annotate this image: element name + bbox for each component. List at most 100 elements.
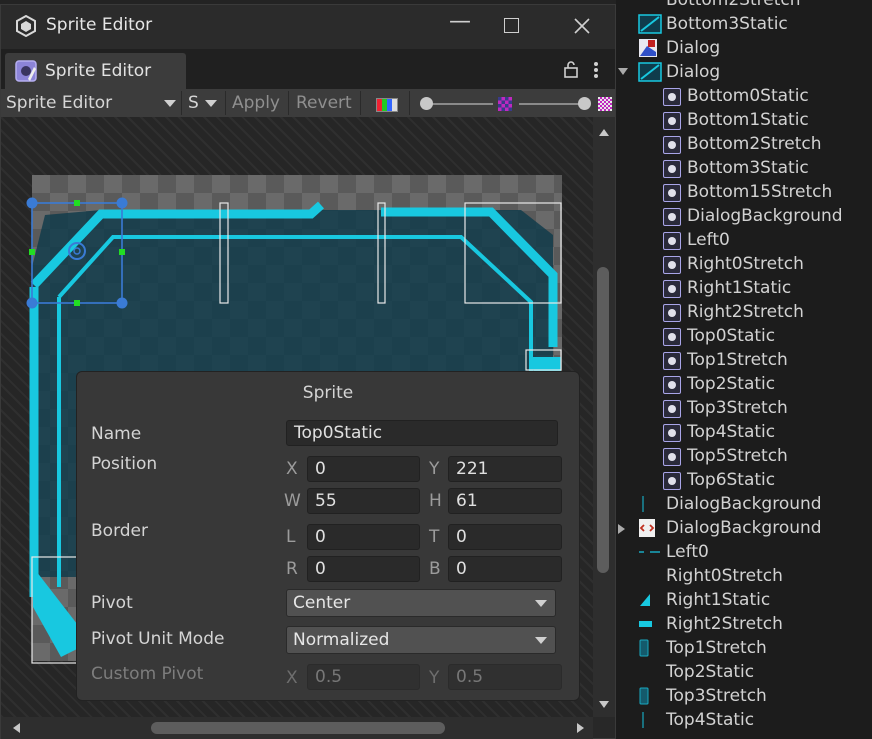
corner-handle[interactable] <box>116 197 128 209</box>
sprite-icon <box>663 112 681 130</box>
unity-logo-icon <box>16 15 36 37</box>
tree-item[interactable]: Right2Stretch <box>616 612 872 636</box>
pivot-unit-mode-value: Normalized <box>293 630 390 650</box>
tree-item-label: Top0Static <box>687 326 776 346</box>
scroll-down-icon[interactable] <box>599 701 609 708</box>
sprite-icon <box>663 256 681 274</box>
scroll-left-icon[interactable] <box>13 723 20 733</box>
chevron-down-icon <box>535 600 547 607</box>
tree-item[interactable]: Top1Stretch <box>616 348 872 372</box>
horizontal-scrollbar[interactable] <box>1 717 593 739</box>
tree-item[interactable]: Top6Static <box>616 468 872 492</box>
position-y-field[interactable]: 221 <box>448 456 562 482</box>
pivot-dropdown[interactable]: Center <box>286 589 556 617</box>
tab-sprite-editor[interactable]: Sprite Editor <box>5 53 186 89</box>
corner-handle[interactable] <box>26 297 38 309</box>
color-channel-icon[interactable] <box>376 98 398 112</box>
x-axis-label: X <box>286 459 298 479</box>
toolbar-divider <box>409 91 410 115</box>
revert-button[interactable]: Revert <box>296 90 352 116</box>
chevron-down-icon[interactable] <box>618 68 628 75</box>
tree-item-label: Top5Stretch <box>687 446 788 466</box>
name-field[interactable]: Top0Static <box>286 420 558 446</box>
border-handle[interactable] <box>29 249 35 255</box>
tree-item[interactable]: Left0 <box>616 540 872 564</box>
tree-item-label: Top3Stretch <box>687 398 788 418</box>
border-handle[interactable] <box>119 249 125 255</box>
tree-item[interactable]: Right2Stretch <box>616 300 872 324</box>
minimize-button[interactable]: — <box>449 9 471 34</box>
border-handle[interactable] <box>74 300 80 306</box>
more-options-icon[interactable] <box>593 61 599 79</box>
tree-item[interactable]: DialogBackground <box>616 204 872 228</box>
zoom-slider-handle[interactable] <box>420 97 433 110</box>
tree-item[interactable]: Top3Stretch <box>616 396 872 420</box>
tree-item-label: Top6Static <box>687 470 776 490</box>
tree-item[interactable]: Left0 <box>616 228 872 252</box>
tree-item[interactable]: Right1Static <box>616 276 872 300</box>
h-axis-label: H <box>429 491 442 511</box>
scroll-right-icon[interactable] <box>577 723 584 733</box>
height-field[interactable]: 61 <box>448 488 562 514</box>
tree-item[interactable]: Right0Stretch <box>616 564 872 588</box>
tree-item[interactable]: Dialog <box>616 60 872 84</box>
toolbar-divider <box>225 91 226 115</box>
tree-item-label: Right2Stretch <box>687 302 804 322</box>
custom-pivot-x-field[interactable]: 0.5 <box>307 664 420 690</box>
tree-item[interactable]: Bottom1Static <box>616 108 872 132</box>
tree-item[interactable]: Right0Stretch <box>616 252 872 276</box>
custom-pivot-y-field[interactable]: 0.5 <box>448 664 562 690</box>
tree-item[interactable]: Top2Static <box>616 372 872 396</box>
tree-item[interactable]: Top2Static <box>616 660 872 684</box>
tree-item[interactable]: Bottom3Static <box>616 12 872 36</box>
tree-item[interactable]: Top5Stretch <box>616 444 872 468</box>
tree-item[interactable]: Bottom15Stretch <box>616 180 872 204</box>
pivot-unit-mode-dropdown[interactable]: Normalized <box>286 626 556 654</box>
tree-item[interactable]: Top3Stretch <box>616 684 872 708</box>
tree-item-partial[interactable]: Bottom2Stretch <box>616 0 872 12</box>
sprite-icon <box>663 280 681 298</box>
slice-dropdown[interactable]: S <box>188 90 222 116</box>
scroll-up-icon[interactable] <box>599 129 609 136</box>
editor-mode-dropdown[interactable]: Sprite Editor <box>6 90 178 116</box>
zoom-slider-track[interactable] <box>427 103 493 105</box>
width-field[interactable]: 55 <box>307 488 420 514</box>
position-x-field[interactable]: 0 <box>307 456 420 482</box>
tree-item[interactable]: Bottom3Static <box>616 156 872 180</box>
b-axis-label: B <box>429 559 441 579</box>
horizontal-scroll-thumb[interactable] <box>151 722 445 734</box>
tree-item[interactable]: Bottom2Stretch <box>616 132 872 156</box>
corner-handle[interactable] <box>116 297 128 309</box>
chevron-down-icon <box>535 637 547 644</box>
custom-pivot-y-label: Y <box>429 668 440 688</box>
chevron-right-icon[interactable] <box>618 524 625 534</box>
sprite-inspector-panel: Sprite Name Top0Static Position X 0 Y 22… <box>76 371 580 701</box>
close-button[interactable] <box>573 17 591 35</box>
tree-item[interactable]: Top0Static <box>616 324 872 348</box>
tree-item[interactable]: Top4Static <box>616 420 872 444</box>
corner-handle[interactable] <box>26 197 38 209</box>
border-handle[interactable] <box>74 200 80 206</box>
tree-item[interactable]: Top1Stretch <box>616 636 872 660</box>
border-right-field[interactable]: 0 <box>307 556 420 582</box>
sprite-icon <box>663 448 681 466</box>
tree-item-label: Dialog <box>666 62 721 82</box>
sprite-icon <box>663 88 681 106</box>
apply-button[interactable]: Apply <box>232 90 280 116</box>
lock-icon[interactable] <box>564 61 578 78</box>
mip-slider-track[interactable] <box>519 103 585 105</box>
vertical-scroll-thumb[interactable] <box>597 267 609 573</box>
title-bar[interactable]: Sprite Editor — <box>1 5 615 49</box>
maximize-button[interactable] <box>504 18 519 33</box>
vertical-scrollbar[interactable] <box>593 117 615 717</box>
tree-item[interactable]: Top4Static <box>616 708 872 732</box>
tree-item[interactable]: DialogBackground <box>616 516 872 540</box>
tree-item[interactable]: Right1Static <box>616 588 872 612</box>
mip-slider-handle[interactable] <box>578 97 591 110</box>
border-left-field[interactable]: 0 <box>307 524 420 550</box>
border-top-field[interactable]: 0 <box>448 524 562 550</box>
tree-item[interactable]: Dialog <box>616 36 872 60</box>
tree-item[interactable]: DialogBackground <box>616 492 872 516</box>
border-bottom-field[interactable]: 0 <box>448 556 562 582</box>
tree-item[interactable]: Bottom0Static <box>616 84 872 108</box>
